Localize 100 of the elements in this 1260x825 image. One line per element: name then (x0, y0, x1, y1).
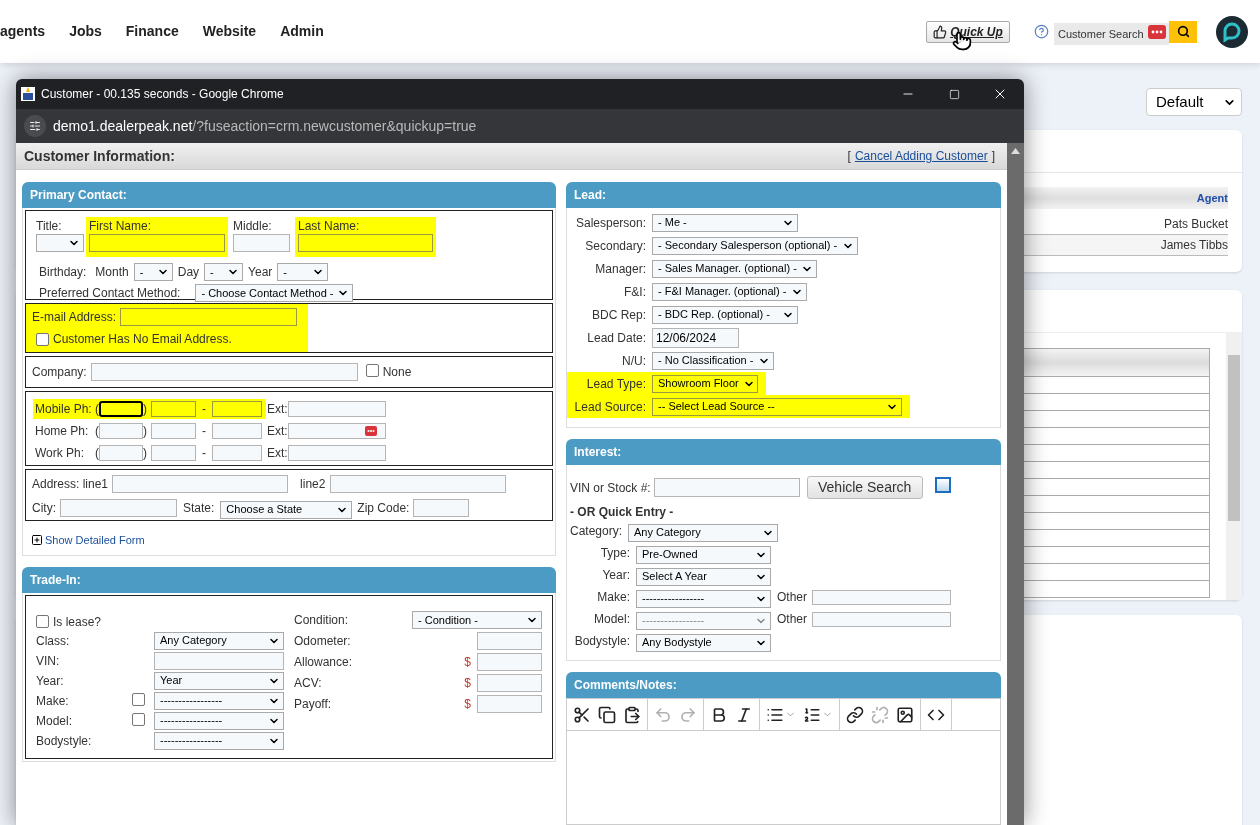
input-field[interactable] (212, 423, 262, 439)
scroll-up-icon[interactable] (1011, 148, 1020, 154)
currency-sign: $ (464, 675, 471, 692)
dropdown[interactable]: ----------------- (636, 589, 771, 608)
input-field[interactable] (298, 234, 433, 252)
help-icon[interactable] (1034, 24, 1049, 39)
dropdown[interactable]: - No Classification - (652, 351, 774, 370)
checkbox[interactable] (132, 712, 145, 726)
dropdown[interactable]: - Me - (652, 213, 798, 232)
section-header: Comments/Notes: (566, 672, 1001, 698)
dropdown[interactable]: - Secondary Salesperson (optional) - (652, 236, 858, 255)
input-field[interactable] (477, 674, 542, 692)
scrollbar-thumb[interactable] (1228, 355, 1240, 521)
plus-box-icon[interactable] (31, 534, 43, 547)
square-icon[interactable] (934, 476, 951, 493)
dropdown[interactable]: Pre-Owned (636, 545, 771, 564)
input-field[interactable] (212, 401, 262, 417)
nav-link[interactable]: Website (202, 21, 257, 42)
dropdown[interactable] (36, 234, 84, 252)
input-field[interactable] (154, 651, 284, 670)
cancel-link[interactable]: Cancel Adding Customer (854, 147, 988, 165)
input-field[interactable] (287, 445, 386, 461)
quick-entry-heading: - OR Quick Entry - (570, 504, 675, 520)
input-field[interactable] (812, 589, 951, 605)
dots-icon (364, 426, 377, 436)
field-label: Model: (592, 611, 631, 628)
checkbox[interactable] (36, 332, 49, 346)
quick-up-button[interactable]: Quick Up (926, 20, 1010, 43)
input-field[interactable] (413, 499, 470, 517)
input-field[interactable] (287, 401, 386, 417)
dropdown[interactable]: - Choose Contact Method - (195, 284, 354, 302)
checkbox[interactable] (36, 615, 49, 628)
dropdown[interactable]: Any Category (628, 523, 778, 542)
input-field[interactable] (477, 695, 542, 713)
dropdown[interactable]: ----------------- (154, 691, 284, 710)
field-label: Ext: (267, 423, 288, 440)
input-field[interactable] (653, 478, 800, 497)
dropdown[interactable]: Choose a State (220, 500, 353, 519)
vehicle-search-button[interactable]: Vehicle Search (806, 476, 923, 499)
input-field[interactable] (477, 653, 542, 671)
dropdown[interactable]: - Condition - (412, 611, 542, 629)
search-button[interactable] (1169, 20, 1197, 43)
site-settings-icon[interactable] (24, 115, 46, 137)
input-field[interactable] (120, 308, 298, 326)
field-label: line2 (300, 476, 326, 493)
nav-link[interactable]: agents (0, 21, 46, 42)
input-field[interactable] (89, 234, 225, 252)
scrollbar[interactable] (1226, 333, 1242, 600)
input-field[interactable] (212, 445, 262, 461)
dropdown[interactable]: - (277, 263, 329, 281)
view-dropdown[interactable]: Default (1146, 88, 1242, 116)
field-label: Home Ph: (35, 423, 90, 440)
input-field[interactable] (99, 445, 143, 461)
input-field[interactable] (90, 363, 358, 381)
section-header: Interest: (566, 439, 1001, 465)
currency-sign: $ (464, 654, 471, 671)
window-title: Customer - 00.135 seconds - Google Chrome (41, 86, 284, 103)
bracket: ] (991, 148, 995, 165)
dropdown[interactable]: Year (154, 671, 284, 690)
dropdown[interactable]: Any Category (154, 631, 284, 650)
input-field[interactable] (477, 632, 542, 650)
nav-link[interactable]: Jobs (69, 21, 102, 42)
checkbox[interactable] (365, 364, 379, 377)
input-field[interactable] (287, 423, 386, 439)
dropdown[interactable]: - (133, 263, 173, 281)
dropdown[interactable]: ----------------- (154, 731, 284, 750)
input-field[interactable] (151, 423, 196, 439)
dropdown[interactable]: - BDC Rep. (optional) - (652, 305, 798, 324)
nav-link[interactable]: Finance (125, 21, 179, 42)
dropdown[interactable]: - F&I Manager. (optional) - (652, 282, 807, 301)
nav-link[interactable]: Admin (280, 21, 324, 42)
dropdown[interactable]: Showroom Floor (652, 374, 758, 393)
show-form-link[interactable]: Show Detailed Form (45, 532, 145, 549)
checkbox[interactable] (132, 692, 145, 706)
search-field[interactable]: Customer Search (1054, 22, 1169, 45)
dropdown[interactable]: -- Select Lead Source -- (652, 397, 902, 416)
copy-icon (598, 705, 616, 724)
dropdown[interactable]: - Sales Manager. (optional) - (652, 259, 817, 278)
checkbox-label: Customer Has No Email Address. (53, 331, 232, 348)
field-label: E-mail Address: (32, 309, 117, 326)
dropdown[interactable]: Select A Year (636, 567, 771, 586)
input-field[interactable] (60, 499, 177, 517)
input-field[interactable] (151, 401, 196, 417)
input-field[interactable] (112, 475, 289, 493)
dropdown[interactable]: Any Bodystyle (636, 633, 771, 652)
input-field[interactable] (233, 234, 290, 252)
input-field[interactable] (151, 445, 196, 461)
input-field[interactable] (99, 423, 143, 439)
input-field[interactable]: 12/06/2024 (652, 327, 739, 348)
column-header[interactable]: Agent (1196, 189, 1228, 207)
redo-icon (679, 705, 697, 724)
parenthesis: ( (95, 423, 99, 440)
input-field[interactable] (330, 475, 507, 493)
scrollbar[interactable] (1007, 143, 1024, 825)
input-field[interactable] (99, 401, 143, 417)
input-field[interactable] (812, 611, 951, 627)
search-icon (1176, 25, 1190, 38)
dropdown[interactable]: ----------------- (154, 711, 284, 730)
field-label: Allowance: (294, 654, 354, 671)
dropdown[interactable]: - (204, 263, 244, 281)
